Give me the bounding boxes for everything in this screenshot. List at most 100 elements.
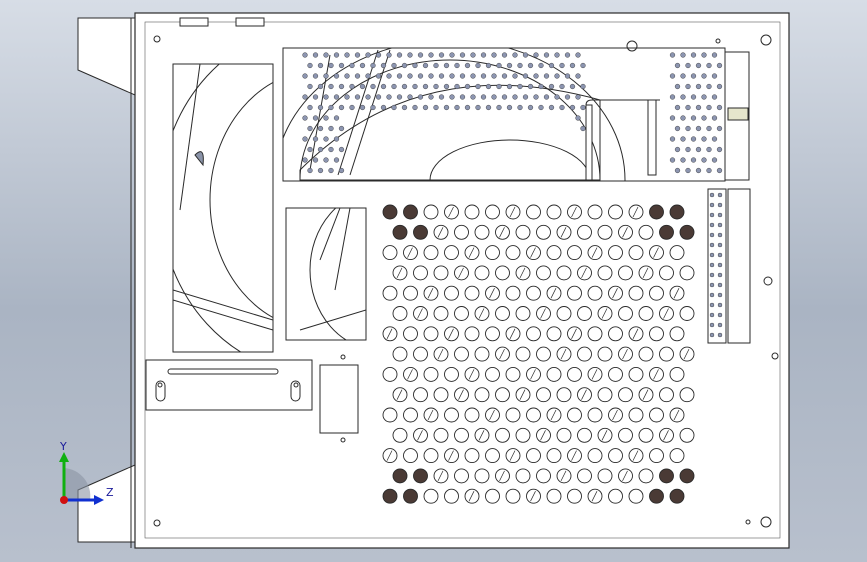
vent-hole — [536, 387, 551, 403]
perf-dot — [323, 52, 329, 58]
vent-hole — [474, 265, 490, 281]
perf-dot — [709, 282, 715, 288]
vent-hole — [577, 387, 592, 403]
vent-hole — [546, 488, 562, 504]
perf-dot — [680, 157, 686, 163]
perf-dot — [527, 104, 534, 111]
perf-dot — [317, 146, 324, 153]
perf-dot — [580, 83, 586, 90]
perf-dot — [512, 94, 518, 100]
perf-dot — [711, 73, 718, 79]
perf-dot — [569, 83, 576, 90]
vent-hole — [474, 387, 490, 403]
perf-dot — [575, 115, 581, 121]
vent-hole — [649, 448, 664, 464]
perf-dot — [559, 62, 565, 69]
vent-hole — [392, 427, 408, 443]
perf-dot — [323, 94, 329, 100]
vent-hole — [649, 366, 664, 382]
cad-viewport[interactable] — [0, 0, 867, 562]
vent-hole — [597, 468, 613, 484]
vent-hole — [382, 245, 398, 261]
vent-hole — [515, 224, 531, 240]
perf-dot — [716, 146, 723, 153]
perf-dot — [517, 83, 523, 90]
perf-dot — [709, 232, 715, 238]
perf-dot — [717, 222, 723, 228]
perf-dot — [533, 94, 539, 100]
vent-hole — [556, 468, 572, 484]
vent-hole — [474, 306, 490, 321]
vent-hole — [628, 488, 644, 504]
perf-dot — [396, 73, 403, 79]
vent-hole — [577, 468, 592, 484]
perf-dot — [717, 312, 723, 318]
vent-hole — [444, 245, 459, 261]
perf-dot — [412, 83, 418, 90]
perf-dot — [302, 136, 308, 142]
vent-hole — [608, 285, 623, 301]
perf-dot — [512, 73, 518, 79]
perf-dot — [506, 83, 513, 90]
vent-hole — [679, 346, 695, 362]
vent-hole — [495, 265, 510, 281]
vent-hole — [382, 448, 398, 464]
perf-dot — [690, 52, 697, 58]
vent-hole — [577, 427, 592, 443]
vent-hole — [587, 448, 603, 464]
vent-hole — [495, 306, 510, 321]
perf-dot — [312, 73, 319, 79]
perf-dot — [711, 52, 718, 58]
perf-dot — [517, 62, 523, 69]
perf-dot — [344, 52, 350, 58]
perf-dot — [485, 83, 492, 90]
perf-dot — [312, 94, 319, 100]
perf-dot — [407, 52, 413, 58]
vent-hole — [546, 326, 562, 342]
perf-dot — [349, 83, 355, 90]
connector-bracket[interactable] — [145, 359, 313, 411]
perf-dot — [709, 272, 715, 278]
perf-dot — [701, 73, 707, 79]
vent-hole — [515, 306, 531, 321]
perf-dot — [485, 62, 492, 69]
perf-dot — [480, 52, 487, 58]
perf-dot — [302, 73, 308, 79]
perf-dot — [706, 167, 712, 174]
perf-dot — [690, 73, 697, 79]
perf-dot — [470, 94, 476, 100]
perf-dot — [391, 62, 397, 69]
vent-hole — [392, 346, 408, 362]
vent-hole — [669, 204, 685, 220]
vent-hole — [505, 366, 521, 382]
perf-dot — [317, 104, 324, 111]
vent-hole — [669, 245, 685, 261]
perf-dot — [386, 94, 392, 100]
vent-hole — [679, 387, 695, 403]
vent-hole — [505, 245, 521, 261]
vent-hole — [638, 427, 654, 443]
perf-dot — [359, 62, 366, 69]
vent-hole — [628, 366, 644, 382]
vent-hole — [587, 366, 603, 382]
triad-shadow — [64, 468, 91, 500]
vent-hole — [433, 468, 449, 484]
vent-hole — [515, 265, 531, 281]
perf-dot — [709, 212, 715, 218]
perf-dot — [559, 83, 565, 90]
perf-dot — [438, 94, 445, 100]
perf-dot — [506, 62, 513, 69]
perf-dot — [709, 192, 715, 198]
small-connector[interactable] — [319, 354, 359, 443]
vent-hole — [505, 204, 521, 220]
vent-hole — [485, 488, 500, 504]
perf-dot — [464, 104, 471, 111]
perf-dot — [422, 62, 429, 69]
perf-dot — [701, 157, 707, 163]
vent-hole — [649, 488, 664, 504]
vent-hole — [608, 407, 623, 423]
vent-hole — [628, 448, 644, 464]
perf-dot — [338, 104, 345, 111]
perf-dot — [333, 94, 340, 100]
perf-dot — [701, 94, 707, 100]
